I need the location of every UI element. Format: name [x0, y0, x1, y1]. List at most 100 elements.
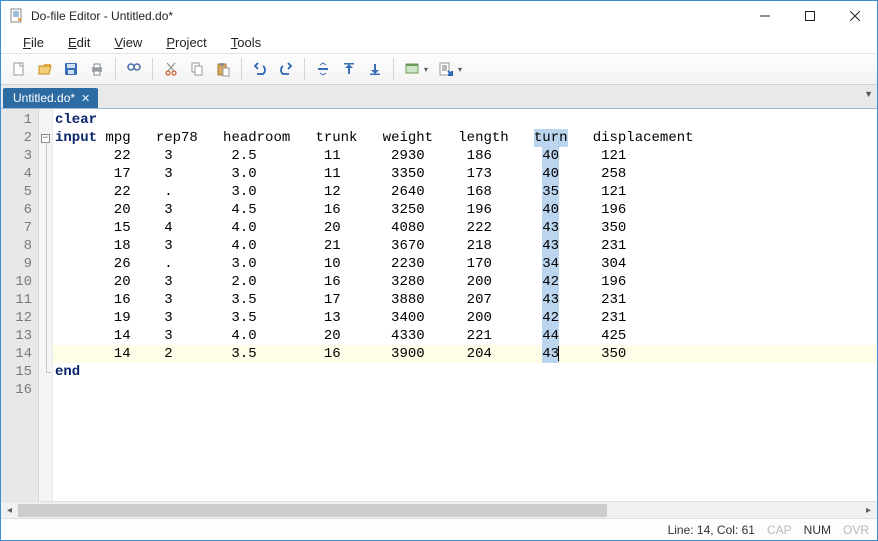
fold-cell — [39, 219, 52, 237]
menubar: FileEditViewProjectTools — [1, 31, 877, 53]
code-line[interactable]: 15 4 4.0 20 4080 222 43 350 — [53, 219, 877, 237]
maximize-button[interactable] — [787, 2, 832, 31]
line-number: 16 — [1, 381, 38, 399]
toolbar-separator — [393, 58, 394, 80]
copy-button[interactable] — [185, 57, 209, 81]
line-number: 5 — [1, 183, 38, 201]
menu-file[interactable]: File — [11, 33, 56, 52]
line-number: 12 — [1, 309, 38, 327]
status-num: NUM — [804, 523, 831, 537]
line-number-gutter: 12345678910111213141516 — [1, 109, 39, 501]
line-number: 2 — [1, 129, 38, 147]
run-dropdown-icon[interactable]: ▾ — [424, 65, 432, 74]
print-button[interactable] — [85, 57, 109, 81]
fold-cell — [39, 147, 52, 165]
fold-cell — [39, 363, 52, 381]
fold-cell — [39, 111, 52, 129]
code-area[interactable]: clearinput mpg rep78 headroom trunk weig… — [53, 109, 877, 501]
fold-cell — [39, 273, 52, 291]
code-line[interactable]: 16 3 3.5 17 3880 207 43 231 — [53, 291, 877, 309]
code-line[interactable]: 20 3 2.0 16 3280 200 42 196 — [53, 273, 877, 291]
toolbar-separator — [152, 58, 153, 80]
tab-overflow-icon[interactable]: ▼ — [864, 89, 873, 99]
line-number: 1 — [1, 111, 38, 129]
line-number: 10 — [1, 273, 38, 291]
document-tabbar: Untitled.do* ✕ ▼ — [1, 85, 877, 109]
status-ovr: OVR — [843, 523, 869, 537]
code-editor[interactable]: 12345678910111213141516 − clearinput mpg… — [1, 109, 877, 501]
close-button[interactable] — [832, 2, 877, 31]
toggle-bookmark-button[interactable] — [311, 57, 335, 81]
undo-button[interactable] — [248, 57, 272, 81]
code-line[interactable]: clear — [53, 111, 877, 129]
fold-cell — [39, 291, 52, 309]
line-number: 14 — [1, 345, 38, 363]
code-line[interactable]: 22 3 2.5 11 2930 186 40 121 — [53, 147, 877, 165]
titlebar: Do-file Editor - Untitled.do* — [1, 1, 877, 31]
fold-cell — [39, 345, 52, 363]
toolbar: ▾ ▾ — [1, 53, 877, 85]
line-number: 15 — [1, 363, 38, 381]
open-file-button[interactable] — [33, 57, 57, 81]
fold-cell — [39, 381, 52, 399]
code-line[interactable]: 19 3 3.5 13 3400 200 42 231 — [53, 309, 877, 327]
line-number: 7 — [1, 219, 38, 237]
statusbar: Line: 14, Col: 61 CAP NUM OVR — [1, 518, 877, 540]
scroll-right-icon[interactable]: ▸ — [860, 502, 877, 519]
fold-cell — [39, 309, 52, 327]
menu-edit[interactable]: Edit — [56, 33, 102, 52]
paste-button[interactable] — [211, 57, 235, 81]
fold-cell: − — [39, 129, 52, 147]
toolbar-separator — [115, 58, 116, 80]
code-line[interactable]: 20 3 4.5 16 3250 196 40 196 — [53, 201, 877, 219]
status-cursor-position: Line: 14, Col: 61 — [668, 523, 755, 537]
scroll-thumb[interactable] — [18, 504, 607, 517]
menu-view[interactable]: View — [102, 33, 154, 52]
app-icon — [9, 8, 25, 24]
next-bookmark-button[interactable] — [363, 57, 387, 81]
find-button[interactable] — [122, 57, 146, 81]
line-number: 8 — [1, 237, 38, 255]
code-line[interactable]: 26 . 3.0 10 2230 170 34 304 — [53, 255, 877, 273]
code-line[interactable]: 17 3 3.0 11 3350 173 40 258 — [53, 165, 877, 183]
document-tab[interactable]: Untitled.do* ✕ — [3, 88, 98, 108]
code-line[interactable]: 22 . 3.0 12 2640 168 35 121 — [53, 183, 877, 201]
fold-cell — [39, 165, 52, 183]
fold-cell — [39, 255, 52, 273]
save-button[interactable] — [59, 57, 83, 81]
fold-cell — [39, 327, 52, 345]
code-line[interactable]: 14 2 3.5 16 3900 204 43 350 — [53, 345, 877, 363]
run-button[interactable] — [400, 57, 424, 81]
code-line[interactable]: 14 3 4.0 20 4330 221 44 425 — [53, 327, 877, 345]
scroll-left-icon[interactable]: ◂ — [1, 502, 18, 519]
code-line[interactable]: 18 3 4.0 21 3670 218 43 231 — [53, 237, 877, 255]
tab-close-icon[interactable]: ✕ — [81, 92, 90, 105]
app-window: Do-file Editor - Untitled.do* FileEditVi… — [0, 0, 878, 541]
new-file-button[interactable] — [7, 57, 31, 81]
line-number: 4 — [1, 165, 38, 183]
line-number: 13 — [1, 327, 38, 345]
line-number: 11 — [1, 291, 38, 309]
horizontal-scrollbar[interactable]: ◂ ▸ — [1, 501, 877, 518]
code-line[interactable] — [53, 381, 877, 399]
fold-cell — [39, 201, 52, 219]
menu-tools[interactable]: Tools — [219, 33, 273, 52]
line-number: 3 — [1, 147, 38, 165]
menu-project[interactable]: Project — [154, 33, 218, 52]
do-button[interactable] — [434, 57, 458, 81]
tab-label: Untitled.do* — [13, 91, 75, 105]
code-line[interactable]: end — [53, 363, 877, 381]
code-line[interactable]: input mpg rep78 headroom trunk weight le… — [53, 129, 877, 147]
do-dropdown-icon[interactable]: ▾ — [458, 65, 466, 74]
fold-cell — [39, 183, 52, 201]
line-number: 6 — [1, 201, 38, 219]
prev-bookmark-button[interactable] — [337, 57, 361, 81]
scroll-track[interactable] — [18, 502, 860, 519]
minimize-button[interactable] — [742, 2, 787, 31]
fold-cell — [39, 237, 52, 255]
cut-button[interactable] — [159, 57, 183, 81]
redo-button[interactable] — [274, 57, 298, 81]
toolbar-separator — [304, 58, 305, 80]
fold-column: − — [39, 109, 53, 501]
line-number: 9 — [1, 255, 38, 273]
